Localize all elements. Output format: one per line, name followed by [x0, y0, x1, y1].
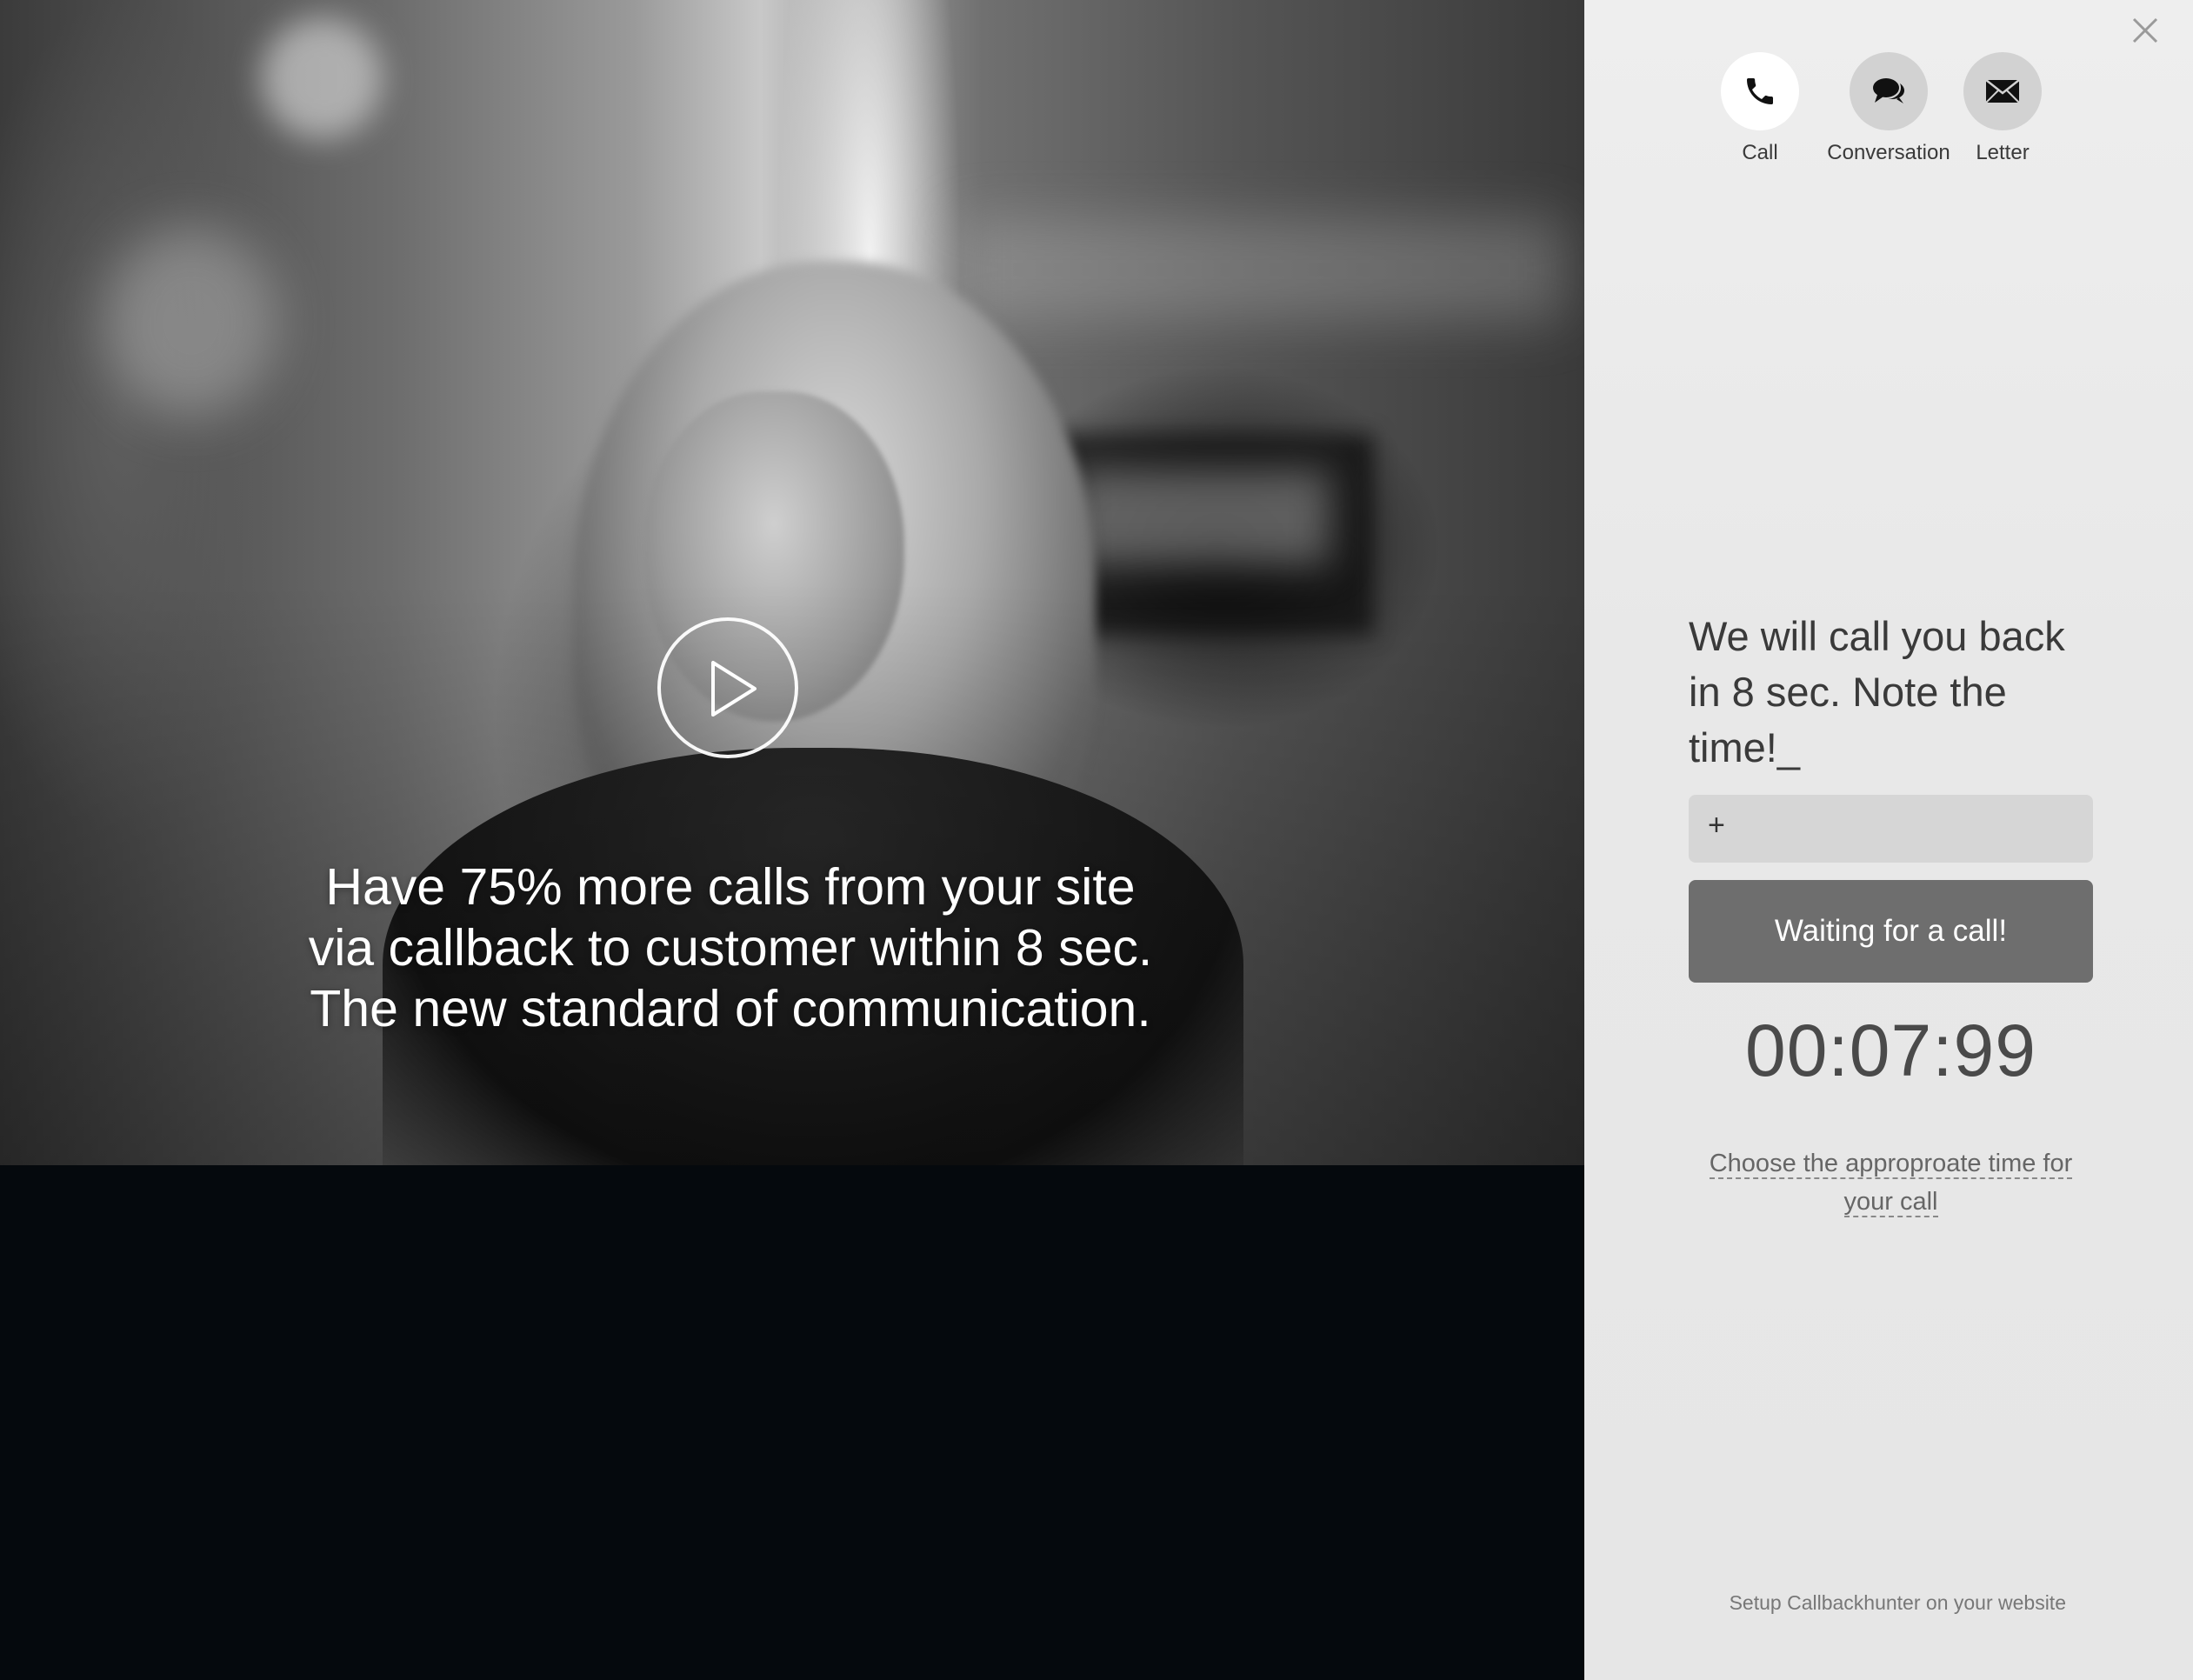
tab-call-label: Call	[1742, 141, 1778, 164]
headline-line: Have 75% more calls from your site	[325, 858, 1136, 916]
waiting-for-call-button[interactable]: Waiting for a call!	[1689, 880, 2093, 983]
headline-line: via callback to customer within 8 sec.	[308, 919, 1153, 977]
chat-bubbles-icon	[1873, 78, 1904, 103]
schedule-link-text: Choose the approproate time for your cal…	[1709, 1150, 2073, 1217]
conversation-tab-circle	[1850, 52, 1928, 130]
call-tab-circle	[1721, 52, 1799, 130]
play-icon	[711, 661, 757, 717]
countdown-timer: 00:07:99	[1745, 1010, 2036, 1091]
hero-video-banner: Have 75% more calls from your site via c…	[0, 0, 1584, 1165]
hero-headline: Have 75% more calls from your site via c…	[226, 857, 1235, 1039]
headline-line: The new standard of communication.	[310, 980, 1151, 1037]
play-video-button[interactable]	[657, 617, 798, 758]
callback-prompt: We will call you back in 8 sec. Note the…	[1689, 613, 2065, 770]
callback-panel: Call Conversation Letter We will call yo…	[1584, 0, 2193, 1680]
envelope-icon	[1985, 79, 2020, 103]
tab-letter-label: Letter	[1976, 141, 2030, 164]
letter-tab-circle	[1963, 52, 2042, 130]
phone-country-prefix: +	[1708, 809, 1725, 842]
close-icon[interactable]	[2130, 16, 2160, 45]
tab-letter[interactable]: Letter	[1929, 52, 2076, 165]
phone-icon	[1747, 78, 1773, 104]
tab-call[interactable]: Call	[1686, 52, 1834, 165]
schedule-call-time-link[interactable]: Choose the approproate time for your cal…	[1697, 1144, 2084, 1221]
setup-callbackhunter-link[interactable]: Setup Callbackhunter on your website	[1584, 1591, 2066, 1615]
phone-number-input[interactable]	[1689, 795, 2093, 863]
